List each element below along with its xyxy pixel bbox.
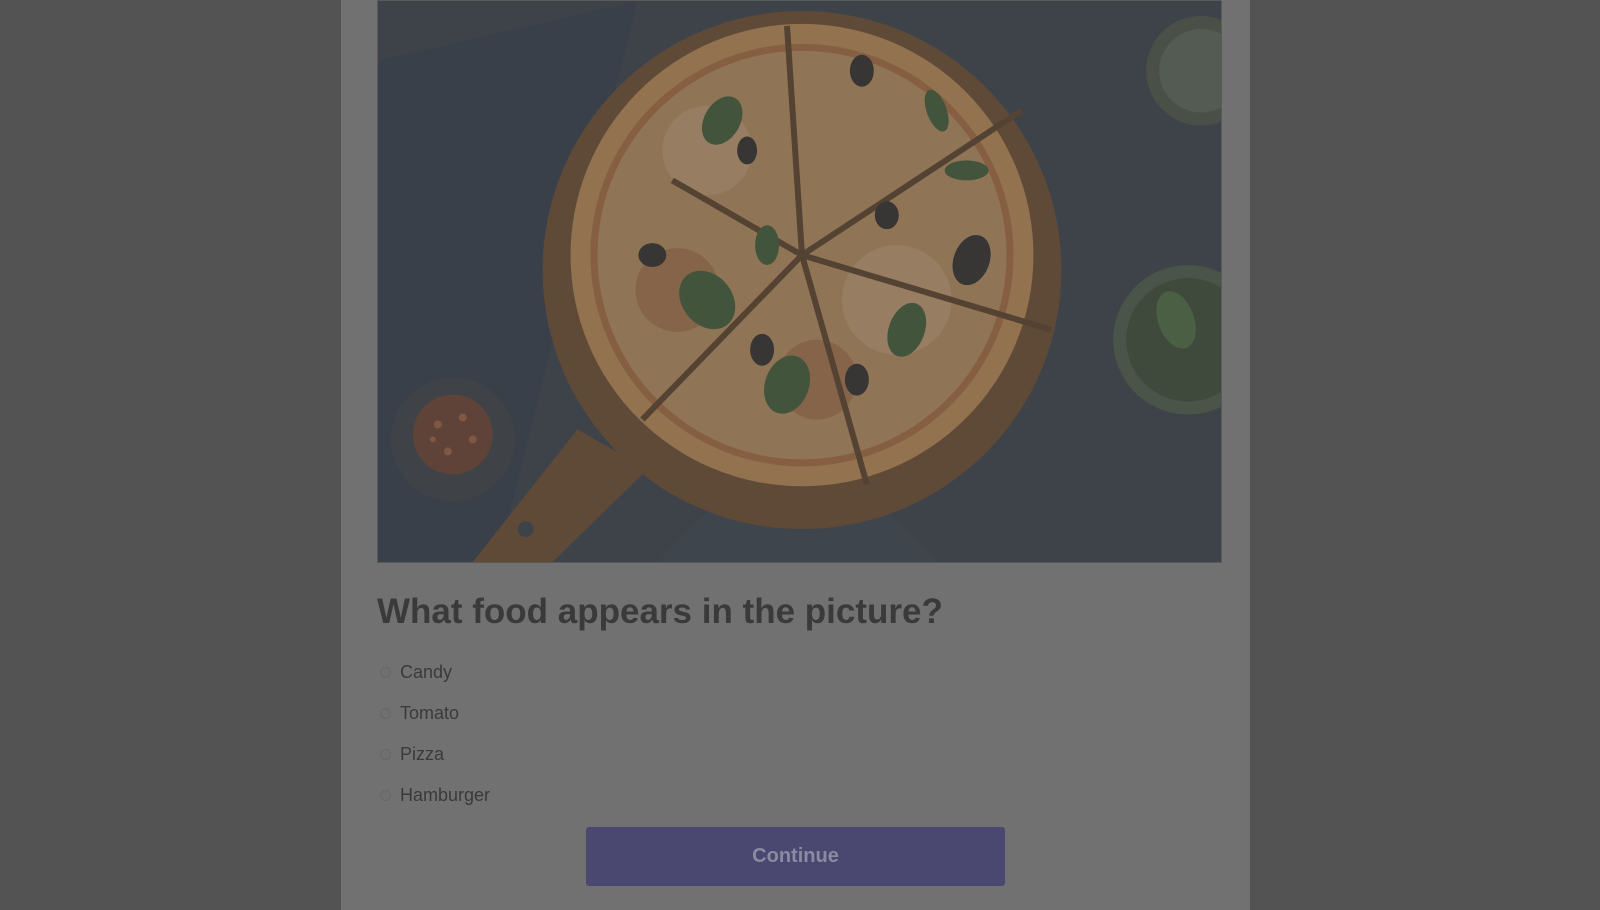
option-label: Pizza [400, 744, 445, 764]
answer-options: Candy Tomato Pizza Hamburger [377, 652, 977, 816]
radio-button[interactable] [380, 749, 391, 760]
pizza-photo-illustration [378, 1, 1221, 562]
radio-button[interactable] [380, 667, 391, 678]
option-hamburger[interactable]: Hamburger [377, 775, 977, 816]
page: What food appears in the picture? Candy … [0, 0, 1600, 910]
option-tomato[interactable]: Tomato [377, 693, 977, 734]
option-candy[interactable]: Candy [377, 652, 977, 693]
option-label: Hamburger [400, 785, 491, 805]
continue-button[interactable]: Continue [586, 827, 1005, 886]
quiz-image [377, 0, 1222, 563]
quiz-card: What food appears in the picture? Candy … [341, 0, 1250, 910]
option-label: Candy [400, 662, 453, 682]
radio-button[interactable] [380, 708, 391, 719]
option-pizza[interactable]: Pizza [377, 734, 977, 775]
option-label: Tomato [400, 703, 460, 723]
radio-button[interactable] [380, 790, 391, 801]
question-text: What food appears in the picture? [377, 592, 943, 631]
